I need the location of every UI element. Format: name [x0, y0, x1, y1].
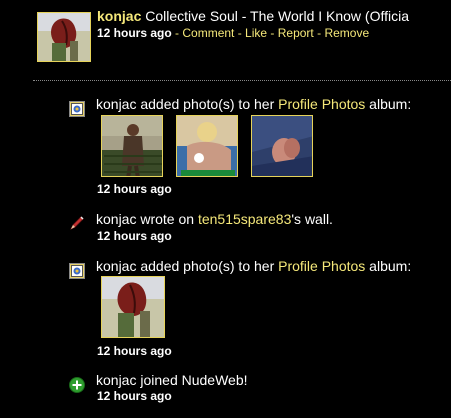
post-header: konjac Collective Soul - The World I Kno…: [97, 8, 409, 24]
feed-text-part: album:: [365, 258, 412, 274]
plus-icon: [69, 377, 85, 393]
feed-text-part: added photo(s) to her: [136, 258, 279, 274]
comment-link[interactable]: Comment: [182, 26, 234, 40]
feed-item-text: konjac joined NudeWeb!: [96, 372, 248, 388]
feed-time: 12 hours ago: [97, 389, 172, 403]
photo-icon: [69, 101, 85, 117]
separator: -: [234, 26, 246, 40]
feed-user: konjac: [96, 372, 137, 388]
photo-icon: [69, 263, 85, 279]
feed-user: konjac: [96, 258, 137, 274]
feed-item-text: konjac added photo(s) to her Profile Pho…: [96, 96, 411, 112]
separator: -: [171, 26, 183, 40]
photo-thumbnail[interactable]: [101, 276, 165, 338]
post-author-avatar[interactable]: [37, 12, 91, 62]
remove-link[interactable]: Remove: [324, 26, 369, 40]
post-time: 12 hours ago: [97, 26, 172, 40]
post-meta: 12 hours ago - Comment - Like - Report -…: [97, 26, 369, 40]
like-link[interactable]: Like: [245, 26, 267, 40]
photo-thumbnail[interactable]: [101, 115, 163, 177]
album-link[interactable]: Profile Photos: [278, 258, 365, 274]
post-author-link[interactable]: konjac: [97, 8, 141, 24]
pen-icon: [69, 215, 85, 231]
post-title: Collective Soul - The World I Know (Offi…: [145, 8, 410, 24]
separator: -: [313, 26, 325, 40]
wall-user-link[interactable]: ten515spare83: [198, 211, 291, 227]
feed-user: konjac: [96, 211, 137, 227]
feed-text-part: added photo(s) to her: [136, 96, 279, 112]
feed-text-part: album:: [365, 96, 412, 112]
feed-time: 12 hours ago: [97, 229, 172, 243]
feed-text-part: joined NudeWeb!: [136, 372, 248, 388]
album-link[interactable]: Profile Photos: [278, 96, 365, 112]
feed-time: 12 hours ago: [97, 344, 172, 358]
separator: -: [267, 26, 278, 40]
feed-user: konjac: [96, 96, 137, 112]
feed-time: 12 hours ago: [97, 182, 172, 196]
feed-item-text: konjac added photo(s) to her Profile Pho…: [96, 258, 411, 274]
feed-item-text: konjac wrote on ten515spare83's wall.: [96, 211, 333, 227]
photo-thumbnail[interactable]: [251, 115, 313, 177]
divider: [33, 80, 451, 81]
feed-text-part: 's wall.: [291, 211, 333, 227]
photo-thumbnail[interactable]: [176, 115, 238, 177]
report-link[interactable]: Report: [278, 26, 314, 40]
feed-text-part: wrote on: [136, 211, 198, 227]
